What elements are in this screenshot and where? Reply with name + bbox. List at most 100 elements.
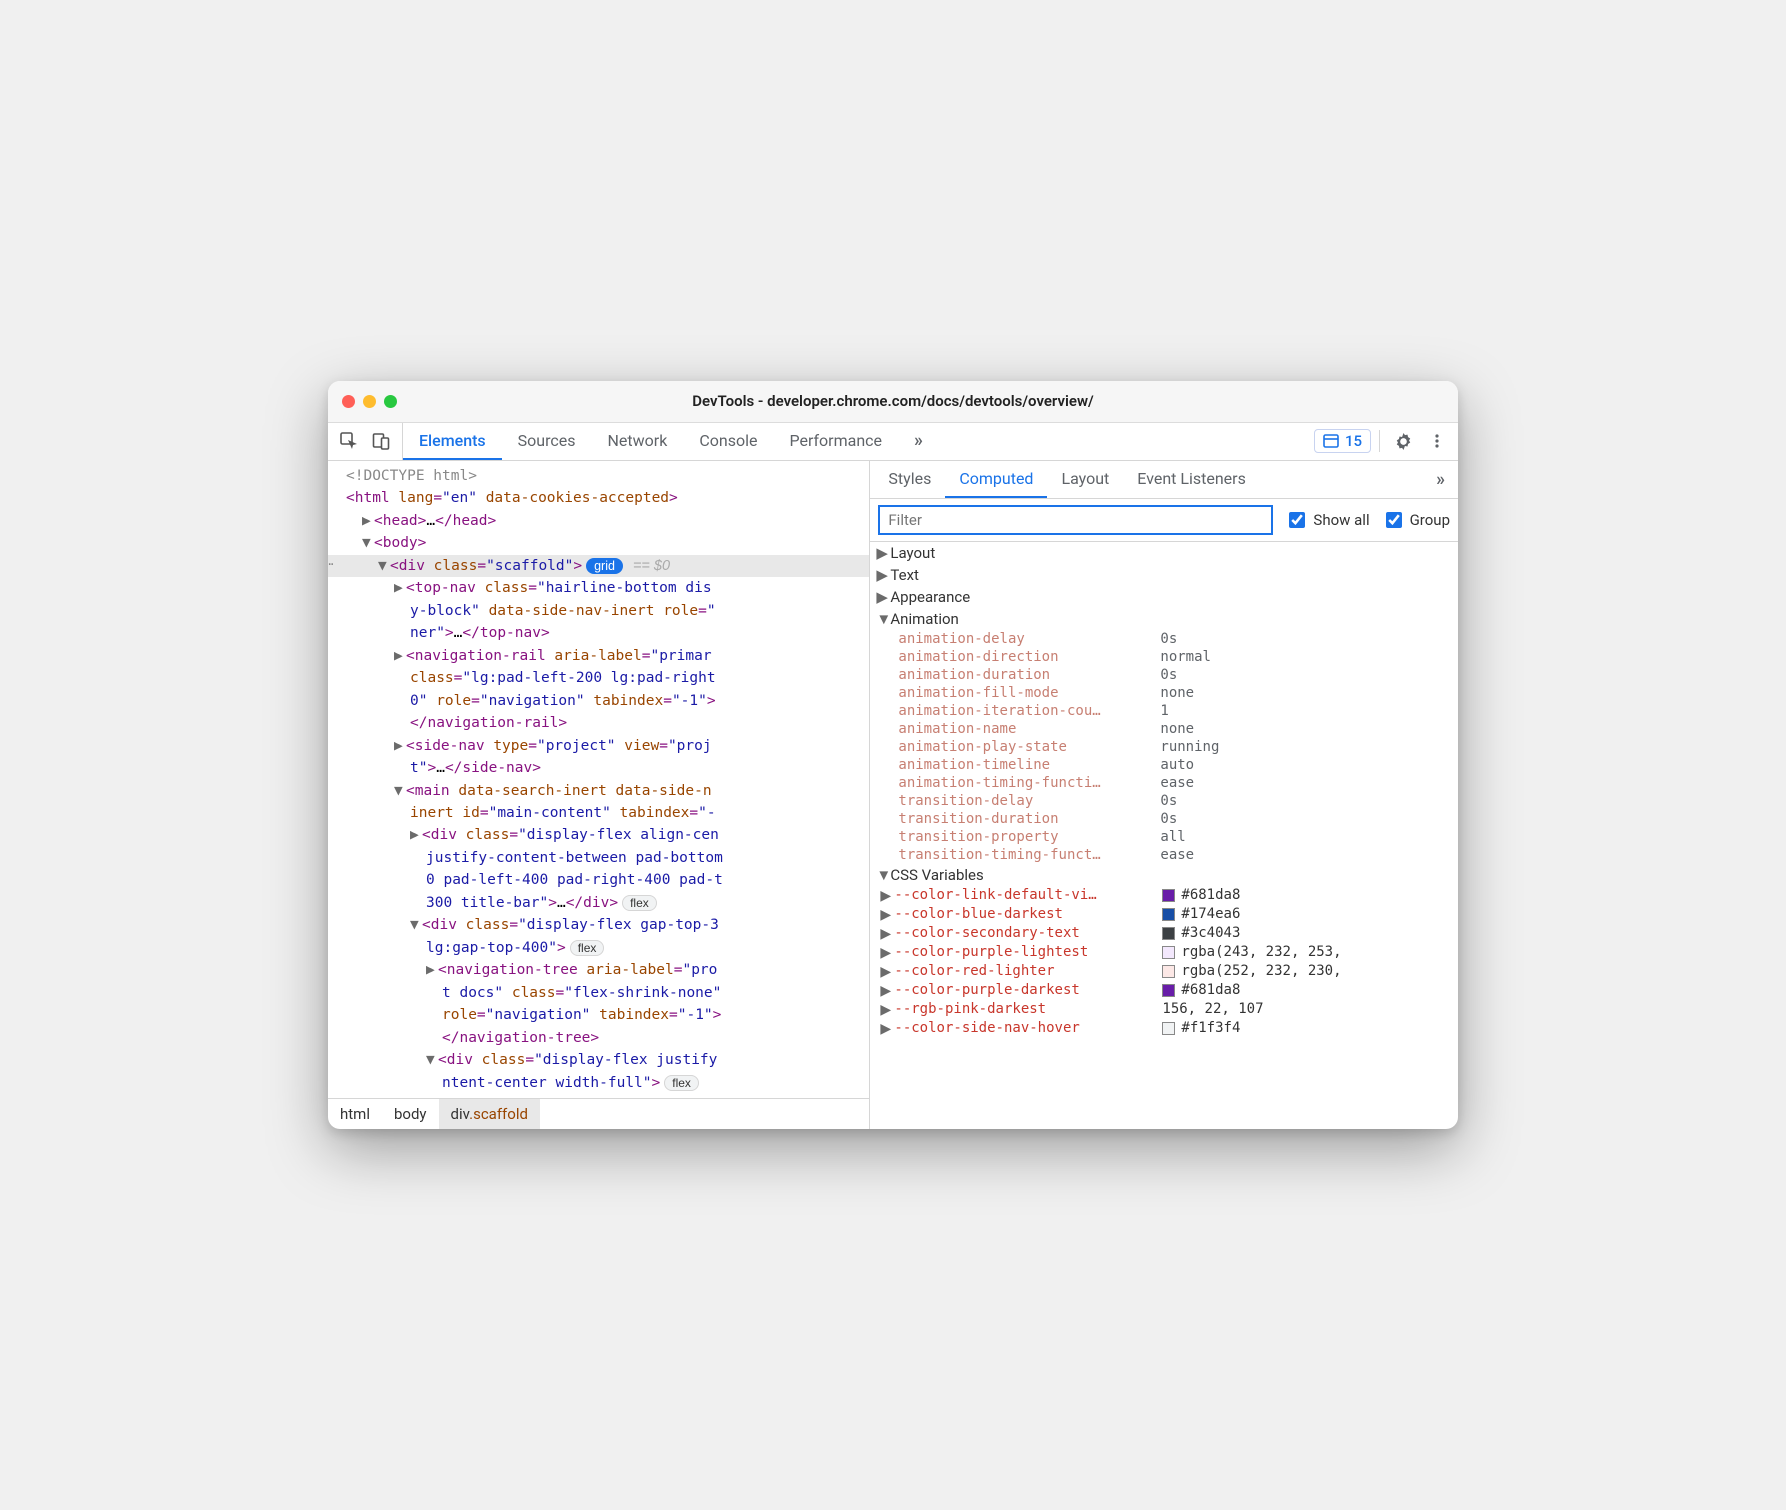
computed-property-row[interactable]: animation-timing-functi…ease (870, 774, 1458, 792)
dom-navigation-rail[interactable]: ▶<navigation-rail aria-label="primar (328, 645, 869, 667)
computed-property-row[interactable]: animation-duration0s (870, 666, 1458, 684)
dom-line[interactable]: t docs" class="flex-shrink-none" (328, 982, 869, 1004)
dom-tree[interactable]: <!DOCTYPE html> <html lang="en" data-coo… (328, 461, 869, 1098)
dom-scaffold-div[interactable]: ▼<div class="scaffold">grid== $0 (328, 555, 869, 577)
tab-sources[interactable]: Sources (502, 423, 592, 460)
color-swatch[interactable] (1162, 946, 1175, 959)
tab-network[interactable]: Network (592, 423, 684, 460)
filter-input[interactable] (878, 505, 1273, 535)
dom-line[interactable]: role="navigation" tabindex="-1"> (328, 1004, 869, 1026)
computed-property-row[interactable]: animation-play-staterunning (870, 738, 1458, 756)
dom-main[interactable]: ▼<main data-search-inert data-side-n (328, 780, 869, 802)
flex-badge[interactable]: flex (622, 895, 657, 911)
group-header-css-variables[interactable]: ▼CSS Variables (870, 864, 1458, 886)
computed-properties[interactable]: ▶Layout▶Text▶Appearance▼Animationanimati… (870, 542, 1458, 1129)
dom-line[interactable]: justify-content-between pad-bottom (328, 847, 869, 869)
kebab-menu-icon[interactable] (1422, 426, 1452, 456)
variable-name: --color-purple-darkest (894, 982, 1162, 998)
close-window-button[interactable] (342, 395, 355, 408)
tab-console[interactable]: Console (683, 423, 773, 460)
side-tab-styles[interactable]: Styles (874, 461, 945, 498)
css-variable-row[interactable]: ▶--color-purple-darkest#681da8 (870, 981, 1458, 1000)
device-toolbar-icon[interactable] (366, 426, 396, 456)
computed-property-row[interactable]: animation-timelineauto (870, 756, 1458, 774)
dom-body-open[interactable]: ▼<body> (328, 532, 869, 554)
property-value: 0s (1160, 811, 1177, 827)
minimize-window-button[interactable] (363, 395, 376, 408)
dom-line[interactable]: t">…</side-nav> (328, 757, 869, 779)
dom-line[interactable]: 300 title-bar">…</div>flex (328, 892, 869, 914)
computed-property-row[interactable]: animation-namenone (870, 720, 1458, 738)
breadcrumb-html[interactable]: html (328, 1099, 382, 1129)
flex-badge[interactable]: flex (664, 1075, 699, 1091)
dom-div-titlebar[interactable]: ▶<div class="display-flex align-cen (328, 824, 869, 846)
css-variable-row[interactable]: ▶--color-secondary-text#3c4043 (870, 924, 1458, 943)
group-header-layout[interactable]: ▶Layout (870, 542, 1458, 564)
breadcrumb-div-scaffold[interactable]: div.scaffold (439, 1099, 540, 1129)
side-tab-computed[interactable]: Computed (945, 461, 1047, 498)
dom-navigation-tree[interactable]: ▶<navigation-tree aria-label="pro (328, 959, 869, 981)
computed-property-row[interactable]: animation-delay0s (870, 630, 1458, 648)
computed-property-row[interactable]: transition-duration0s (870, 810, 1458, 828)
css-variable-row[interactable]: ▶--color-link-default-vi…#681da8 (870, 886, 1458, 905)
dom-line[interactable]: </navigation-tree> (328, 1027, 869, 1049)
dom-html-open[interactable]: <html lang="en" data-cookies-accepted> (328, 487, 869, 509)
computed-property-row[interactable]: transition-delay0s (870, 792, 1458, 810)
group-checkbox-input[interactable] (1386, 512, 1402, 528)
more-side-tabs-button[interactable]: » (1428, 461, 1454, 498)
property-name: animation-direction (898, 649, 1160, 665)
flex-badge[interactable]: flex (570, 940, 605, 956)
group-header-appearance[interactable]: ▶Appearance (870, 586, 1458, 608)
inspect-element-icon[interactable] (334, 426, 364, 456)
color-swatch[interactable] (1162, 889, 1175, 902)
dom-div-gap[interactable]: ▼<div class="display-flex gap-top-3 (328, 914, 869, 936)
computed-property-row[interactable]: animation-directionnormal (870, 648, 1458, 666)
side-tab-layout[interactable]: Layout (1047, 461, 1123, 498)
show-all-checkbox-input[interactable] (1289, 512, 1305, 528)
dom-side-nav[interactable]: ▶<side-nav type="project" view="proj (328, 735, 869, 757)
computed-property-row[interactable]: animation-iteration-cou…1 (870, 702, 1458, 720)
dom-top-nav[interactable]: ▶<top-nav class="hairline-bottom dis (328, 577, 869, 599)
computed-property-row[interactable]: transition-timing-funct…ease (870, 846, 1458, 864)
more-tabs-button[interactable]: » (898, 423, 940, 460)
tab-elements[interactable]: Elements (403, 423, 502, 460)
css-variable-row[interactable]: ▶--rgb-pink-darkest156, 22, 107 (870, 1000, 1458, 1019)
computed-property-row[interactable]: transition-propertyall (870, 828, 1458, 846)
dom-div-inner[interactable]: ▼<div class="display-flex justify (328, 1049, 869, 1071)
color-swatch[interactable] (1162, 1022, 1175, 1035)
color-swatch[interactable] (1162, 927, 1175, 940)
group-header-animation[interactable]: ▼Animation (870, 608, 1458, 630)
group-header-text[interactable]: ▶Text (870, 564, 1458, 586)
settings-icon[interactable] (1388, 426, 1418, 456)
group-checkbox[interactable]: Group (1382, 509, 1450, 531)
color-swatch[interactable] (1162, 984, 1175, 997)
dom-line[interactable]: y-block" data-side-nav-inert role=" (328, 600, 869, 622)
css-variable-row[interactable]: ▶--color-purple-lightestrgba(243, 232, 2… (870, 943, 1458, 962)
dom-line[interactable]: inert id="main-content" tabindex="- (328, 802, 869, 824)
color-swatch[interactable] (1162, 965, 1175, 978)
dom-head[interactable]: ▶<head>…</head> (328, 510, 869, 532)
css-variable-row[interactable]: ▶--color-blue-darkest#174ea6 (870, 905, 1458, 924)
tab-performance[interactable]: Performance (773, 423, 898, 460)
dom-line[interactable]: </navigation-rail> (328, 712, 869, 734)
color-swatch[interactable] (1162, 908, 1175, 921)
css-variable-row[interactable]: ▶--color-side-nav-hover#f1f3f4 (870, 1019, 1458, 1038)
dom-line[interactable]: lg:gap-top-400">flex (328, 937, 869, 959)
dom-doctype[interactable]: <!DOCTYPE html> (328, 465, 869, 487)
dom-line[interactable]: ntent-center width-full">flex (328, 1072, 869, 1094)
main-toolbar: Elements Sources Network Console Perform… (328, 423, 1458, 461)
disclosure-triangle-icon: ▼ (876, 610, 890, 628)
issues-button[interactable]: 15 (1314, 429, 1371, 453)
disclosure-triangle-icon: ▶ (876, 566, 890, 584)
dom-line[interactable]: class="lg:pad-left-200 lg:pad-right (328, 667, 869, 689)
breadcrumb-body[interactable]: body (382, 1099, 439, 1129)
show-all-checkbox[interactable]: Show all (1285, 509, 1369, 531)
grid-badge[interactable]: grid (586, 558, 623, 574)
computed-property-row[interactable]: animation-fill-modenone (870, 684, 1458, 702)
side-tab-event-listeners[interactable]: Event Listeners (1123, 461, 1260, 498)
dom-line[interactable]: 0 pad-left-400 pad-right-400 pad-t (328, 869, 869, 891)
maximize-window-button[interactable] (384, 395, 397, 408)
dom-line[interactable]: 0" role="navigation" tabindex="-1"> (328, 690, 869, 712)
css-variable-row[interactable]: ▶--color-red-lighterrgba(252, 232, 230, (870, 962, 1458, 981)
dom-line[interactable]: ner">…</top-nav> (328, 622, 869, 644)
